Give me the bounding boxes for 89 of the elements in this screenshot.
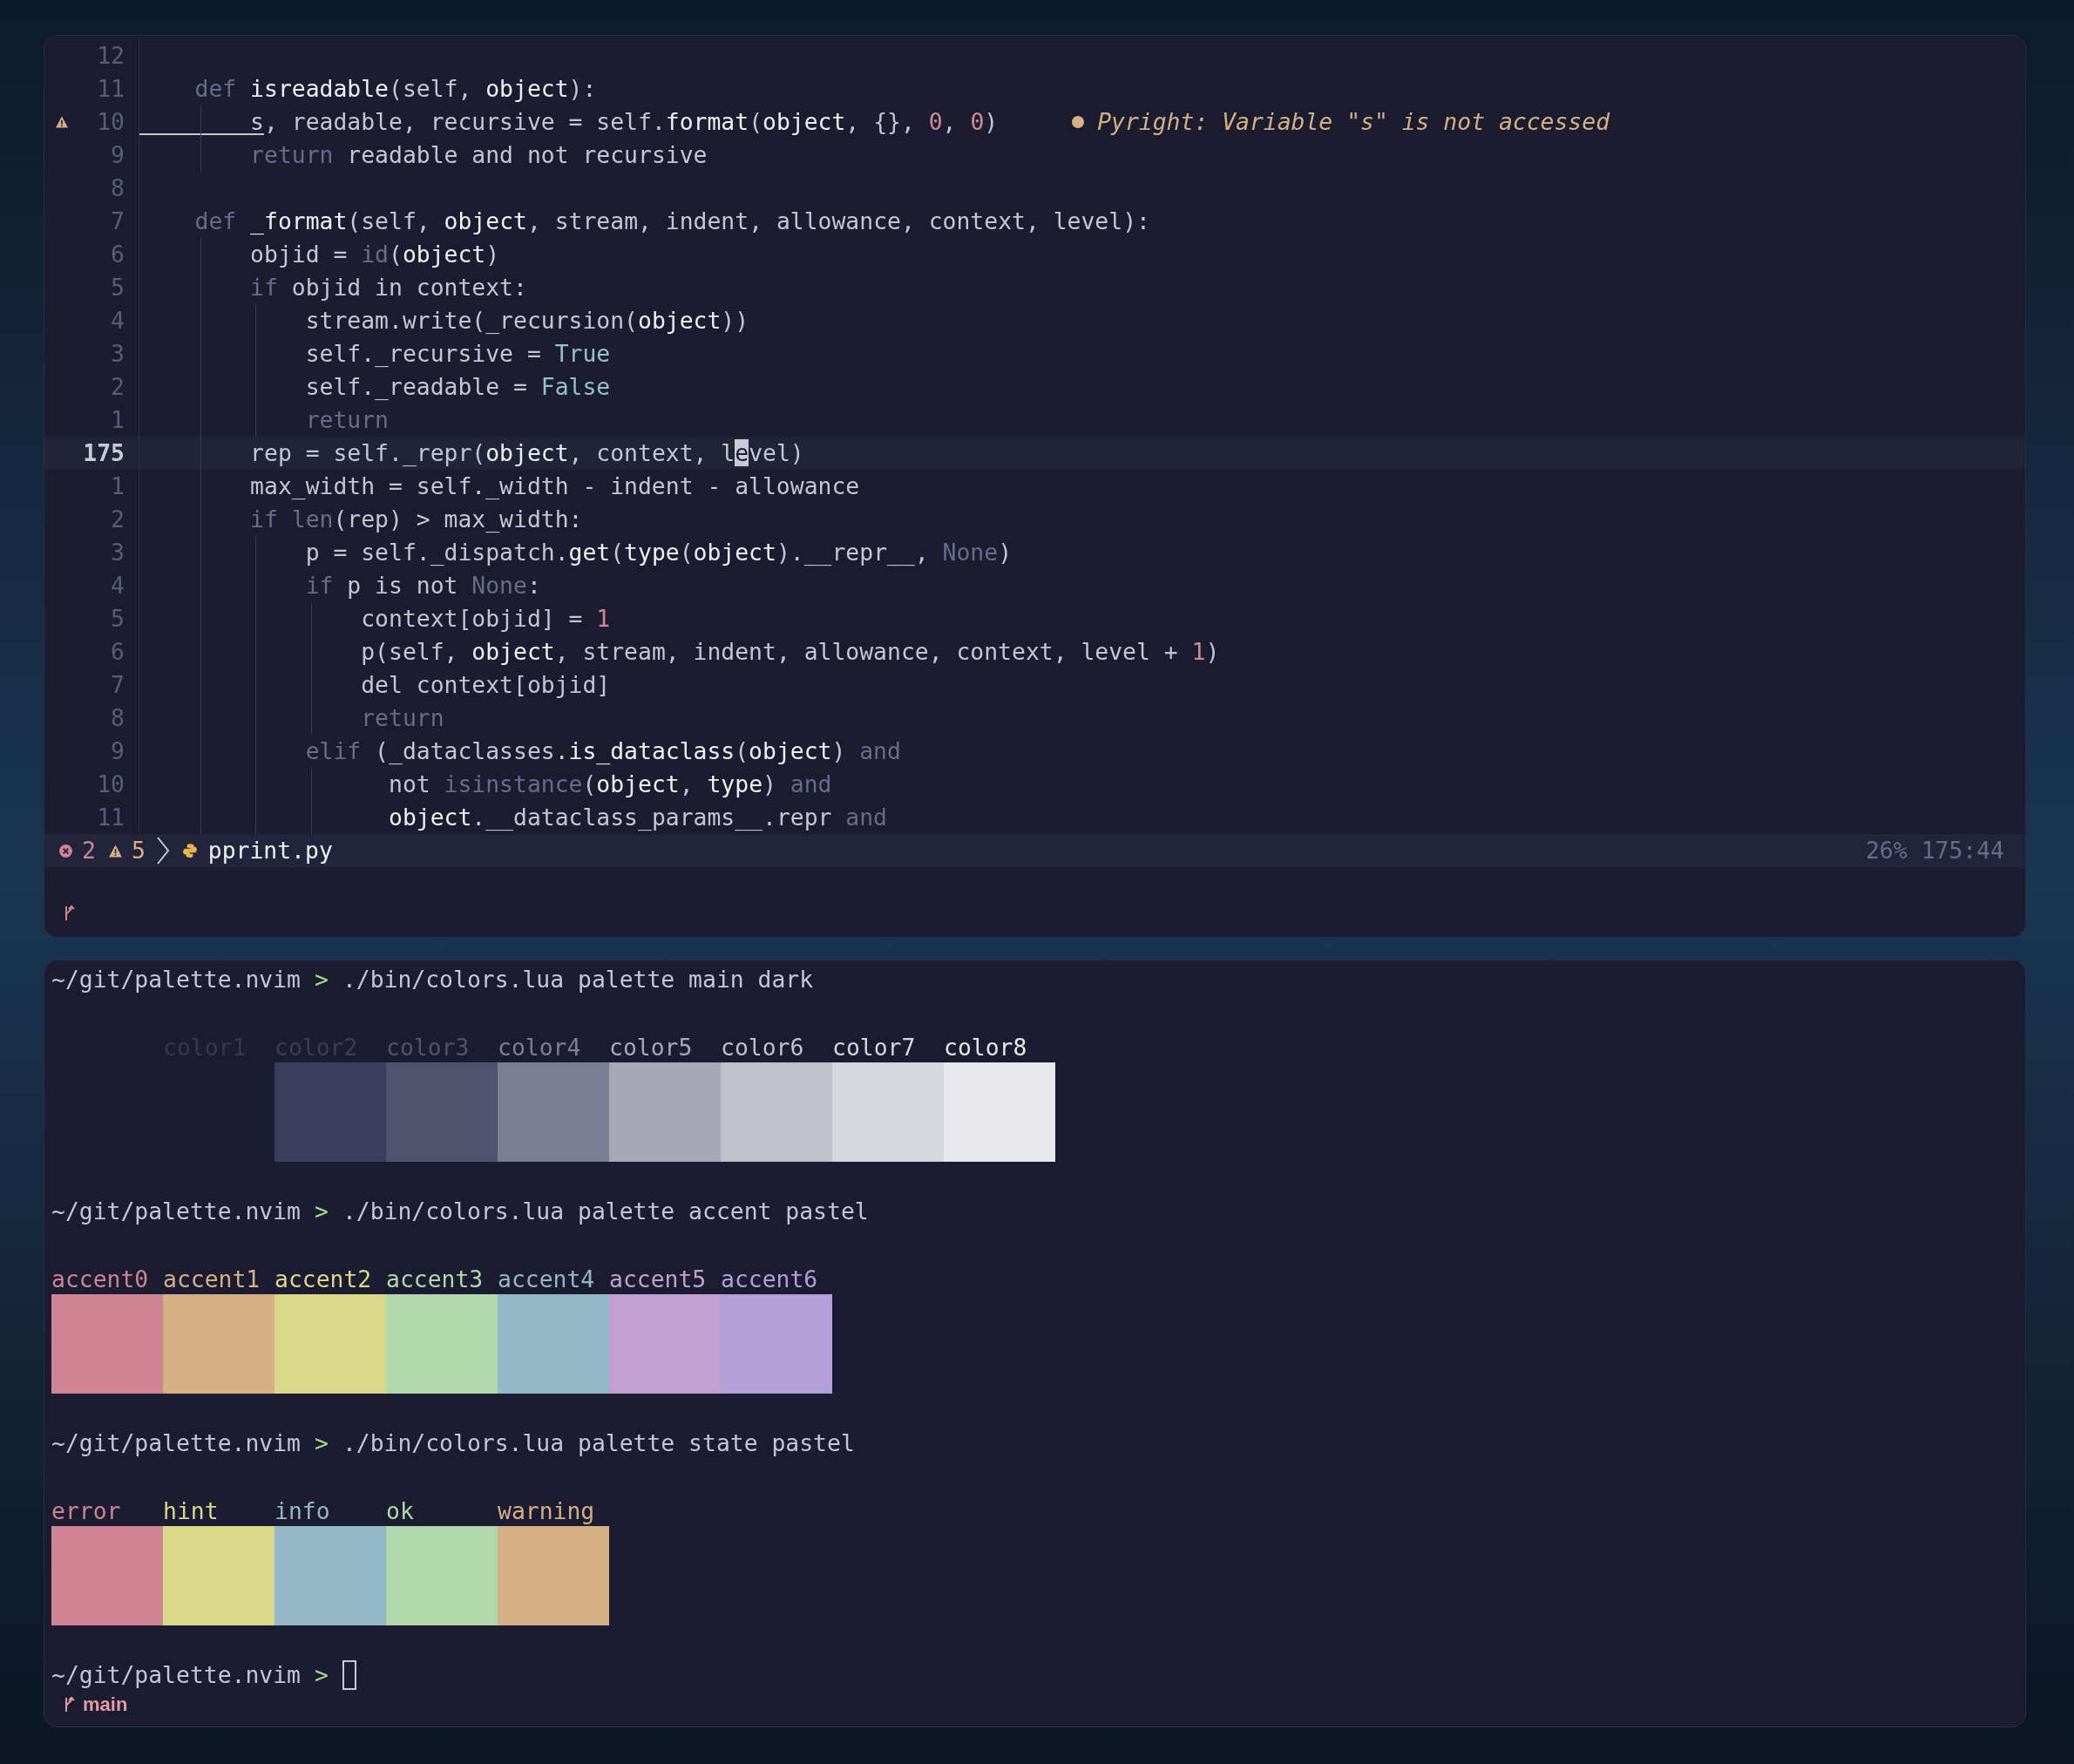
- code-line: return: [360, 703, 444, 733]
- warning-icon: [107, 843, 123, 858]
- command-text: ./bin/colors.lua palette main dark: [342, 965, 814, 994]
- line-number: 3: [110, 339, 125, 369]
- line-number: 1: [110, 472, 125, 501]
- code-line: if len(rep) > max_width:: [249, 505, 583, 534]
- line-number: 8: [110, 703, 125, 733]
- prompt-symbol: >: [315, 1197, 329, 1226]
- command-text: ./bin/colors.lua palette state pastel: [342, 1428, 855, 1458]
- prompt-path: ~/git/palette.nvim: [51, 1428, 301, 1458]
- line-number: 11: [96, 74, 125, 104]
- code-line: def _format(self, object, stream, indent, allowance, context, level):: [193, 207, 1150, 236]
- line-number: 6: [110, 240, 125, 269]
- scroll-percentage: 26%: [1866, 836, 1908, 865]
- line-number: 10: [96, 770, 125, 799]
- line-number: 9: [110, 736, 125, 766]
- error-count: 2: [82, 836, 96, 865]
- line-number: 2: [110, 505, 125, 534]
- code-line: p(self, object, stream, indent, allowance, context, level + 1): [360, 637, 1220, 667]
- swatch-label: hint: [163, 1496, 220, 1526]
- command-text: ./bin/colors.lua palette accent pastel: [342, 1197, 869, 1226]
- code-line: p = self._dispatch.get(type(object).__repr__, None): [304, 538, 1013, 567]
- line-number: 4: [110, 571, 125, 600]
- line-number: 3: [110, 538, 125, 567]
- git-branch-icon: [64, 905, 76, 922]
- warning-icon: [55, 115, 69, 129]
- swatch-label: color7: [832, 1033, 917, 1062]
- code-line: return: [304, 405, 389, 435]
- terminal-cursor: [342, 1660, 356, 1690]
- code-line: del context[objid]: [360, 670, 611, 700]
- code-line: if objid in context:: [249, 273, 527, 302]
- prompt-path: ~/git/palette.nvim: [51, 1660, 301, 1690]
- code-line: context[objid] = 1: [360, 604, 611, 634]
- swatch-label: color3: [386, 1033, 471, 1062]
- code-line: elif (_dataclasses.is_dataclass(object) and: [304, 736, 901, 766]
- line-number: 1: [110, 405, 125, 435]
- prompt-symbol: >: [315, 965, 329, 994]
- swatch-label: color6: [721, 1033, 805, 1062]
- code-line: not isinstance(object, type) and: [388, 770, 832, 799]
- python-file-icon: [181, 843, 198, 858]
- code-line: self._readable = False: [304, 372, 611, 402]
- swatch-label: color5: [609, 1033, 694, 1062]
- line-number: 5: [110, 273, 125, 302]
- diagnostic-message: Pyright: Variable "s" is not accessed: [1097, 107, 1610, 137]
- swatch-label: color8: [944, 1033, 1028, 1062]
- file-name: pprint.py: [207, 836, 333, 865]
- line-number: 7: [110, 207, 125, 236]
- code-line: self._recursive = True: [304, 339, 611, 369]
- error-icon: [58, 843, 73, 858]
- code-line: objid = id(object): [249, 240, 500, 269]
- code-line: object.__dataclass_params__.repr and: [388, 803, 887, 832]
- branch-name: main: [83, 1693, 128, 1717]
- swatch-label: warning: [498, 1496, 596, 1526]
- code-line: rep = self._repr(object, context, level): [249, 438, 804, 468]
- line-number: 7: [110, 670, 125, 700]
- code-line: max_width = self._width - indent - allowance: [249, 472, 860, 501]
- line-number: 4: [110, 306, 125, 336]
- line-number: 6: [110, 637, 125, 667]
- swatch-label: accent2: [274, 1265, 373, 1294]
- code-line: def isreadable(self, object):: [193, 74, 597, 104]
- line-number: 175: [82, 438, 125, 468]
- cursor-position: 175:44: [1921, 836, 2004, 865]
- swatch-label: accent0: [51, 1265, 150, 1294]
- line-number: 5: [110, 604, 125, 634]
- line-number: 11: [96, 803, 125, 832]
- swatch-label: error: [51, 1496, 122, 1526]
- chevron-icon: [155, 836, 170, 865]
- line-number: 10: [96, 107, 125, 137]
- line-number: 9: [110, 140, 125, 170]
- prompt-symbol: >: [315, 1428, 329, 1458]
- swatch-label: accent1: [163, 1265, 261, 1294]
- line-number: 12: [96, 41, 125, 71]
- line-number: 2: [110, 372, 125, 402]
- code-line: stream.write(_recursion(object)): [304, 306, 749, 336]
- git-branch-icon: [64, 1696, 76, 1713]
- prompt-symbol: >: [315, 1660, 329, 1690]
- swatch-label: accent6: [721, 1265, 819, 1294]
- swatch-label: accent3: [386, 1265, 485, 1294]
- diagnostic-dot-icon: [1071, 115, 1086, 129]
- swatch-label: info: [274, 1496, 331, 1526]
- swatch-label: accent5: [609, 1265, 708, 1294]
- line-number: 8: [110, 173, 125, 203]
- swatch-label: accent4: [498, 1265, 596, 1294]
- swatch-label: ok: [386, 1496, 415, 1526]
- prompt-path: ~/git/palette.nvim: [51, 965, 301, 994]
- warning-count: 5: [131, 836, 146, 865]
- prompt-path: ~/git/palette.nvim: [51, 1197, 301, 1226]
- swatch-label: color4: [498, 1033, 582, 1062]
- code-line: if p is not None:: [304, 571, 541, 600]
